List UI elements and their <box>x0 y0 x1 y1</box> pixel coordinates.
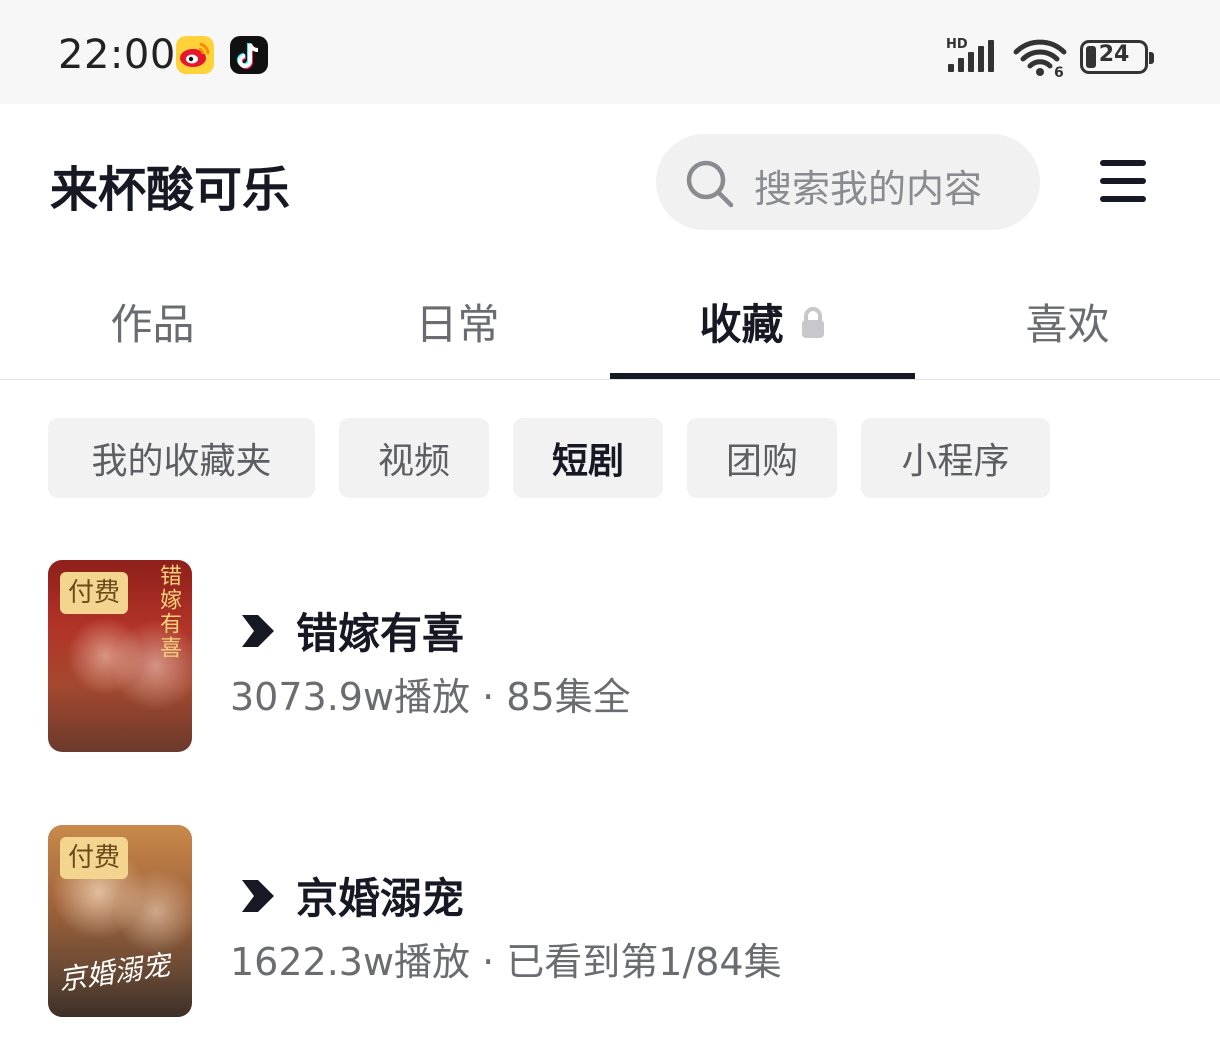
drama-title[interactable]: 错嫁有喜 <box>238 600 464 661</box>
list-item[interactable]: 京婚溺宠 付费 京婚溺宠 1622.3w播放 · 已看到第1/84集 <box>48 825 1178 1019</box>
poster-title-text: 京婚溺宠 <box>56 948 172 997</box>
menu-icon[interactable] <box>1100 160 1146 202</box>
drama-meta: 1622.3w播放 · 已看到第1/84集 <box>230 940 782 984</box>
drama-title[interactable]: 京婚溺宠 <box>238 865 464 926</box>
short-drama-icon <box>242 614 274 647</box>
chip-label: 团购 <box>725 441 798 482</box>
chip-label: 短剧 <box>551 441 624 482</box>
profile-tabs: 作品 日常 收藏 喜欢 <box>0 262 1220 380</box>
tab-likes[interactable]: 喜欢 <box>915 262 1220 380</box>
short-drama-icon <box>242 879 274 912</box>
battery-level: 24 <box>1098 42 1130 67</box>
chip-my-folders[interactable]: 我的收藏夹 <box>48 418 315 498</box>
search-placeholder: 搜索我的内容 <box>754 167 983 211</box>
battery-icon: 24 <box>1080 40 1154 74</box>
drama-title-text: 错嫁有喜 <box>296 609 465 658</box>
drama-meta: 3073.9w播放 · 85集全 <box>230 675 631 719</box>
tab-daily[interactable]: 日常 <box>305 262 610 380</box>
lock-icon <box>801 307 824 338</box>
tab-label: 喜欢 <box>1025 299 1110 349</box>
chip-label: 我的收藏夹 <box>91 441 272 482</box>
chip-short-dramas[interactable]: 短剧 <box>513 418 663 498</box>
chip-videos[interactable]: 视频 <box>339 418 489 498</box>
chip-label: 小程序 <box>901 441 1010 482</box>
tab-favorites[interactable]: 收藏 <box>610 262 915 380</box>
douyin-icon <box>230 36 268 74</box>
status-bar: 22:00 HD 6 24 <box>0 0 1220 104</box>
poster-title-text: 错嫁有喜 <box>156 564 181 660</box>
chip-mini-programs[interactable]: 小程序 <box>861 418 1050 498</box>
wifi-icon: 6 <box>1013 39 1067 78</box>
signal-label: HD <box>946 37 968 52</box>
drama-title-text: 京婚溺宠 <box>296 874 465 923</box>
tab-works[interactable]: 作品 <box>0 262 305 380</box>
search-icon <box>686 160 734 208</box>
paid-badge: 付费 <box>60 572 129 614</box>
chip-label: 视频 <box>377 441 450 482</box>
profile-name: 来杯酸可乐 <box>50 162 291 218</box>
tab-label: 日常 <box>415 299 500 349</box>
search-input[interactable]: 搜索我的内容 <box>656 134 1040 230</box>
drama-poster[interactable]: 错嫁有喜 付费 <box>48 560 192 752</box>
chip-group-buy[interactable]: 团购 <box>687 418 837 498</box>
drama-poster[interactable]: 京婚溺宠 付费 <box>48 825 192 1017</box>
list-item[interactable]: 错嫁有喜 付费 错嫁有喜 3073.9w播放 · 85集全 <box>48 560 1178 754</box>
svg-text:6: 6 <box>1054 65 1064 78</box>
tabs-divider <box>0 379 1220 380</box>
paid-badge: 付费 <box>60 837 129 879</box>
tab-label: 作品 <box>110 299 195 349</box>
status-time: 22:00 <box>58 32 176 78</box>
tab-label: 收藏 <box>699 299 784 349</box>
weibo-icon <box>176 36 214 74</box>
cellular-signal-icon: HD <box>946 37 994 72</box>
